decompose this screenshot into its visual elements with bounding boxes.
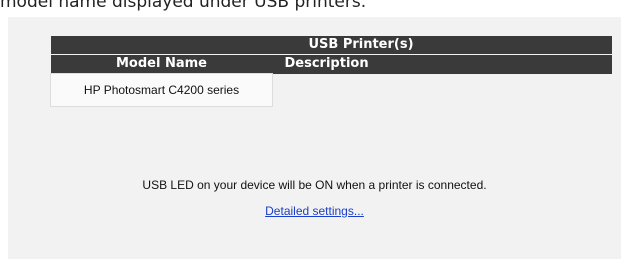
table-row: HP Photosmart C4200 series bbox=[50, 73, 612, 107]
usb-led-note: USB LED on your device will be ON when a… bbox=[142, 178, 487, 192]
description-cell bbox=[273, 74, 612, 107]
page-caption: model name displayed under USB printers. bbox=[0, 0, 367, 12]
model-name-cell: HP Photosmart C4200 series bbox=[50, 73, 273, 107]
column-header-description: Description bbox=[272, 54, 612, 74]
detailed-settings-link[interactable]: Detailed settings... bbox=[265, 204, 364, 218]
table-title: USB Printer(s) bbox=[50, 36, 612, 55]
usb-printer-table: USB Printer(s) Model Name Description HP… bbox=[50, 36, 612, 107]
detailed-settings-container: Detailed settings... bbox=[8, 204, 621, 218]
usb-printer-panel: USB Printer(s) Model Name Description HP… bbox=[8, 17, 621, 259]
column-header-model-name: Model Name bbox=[50, 54, 273, 74]
